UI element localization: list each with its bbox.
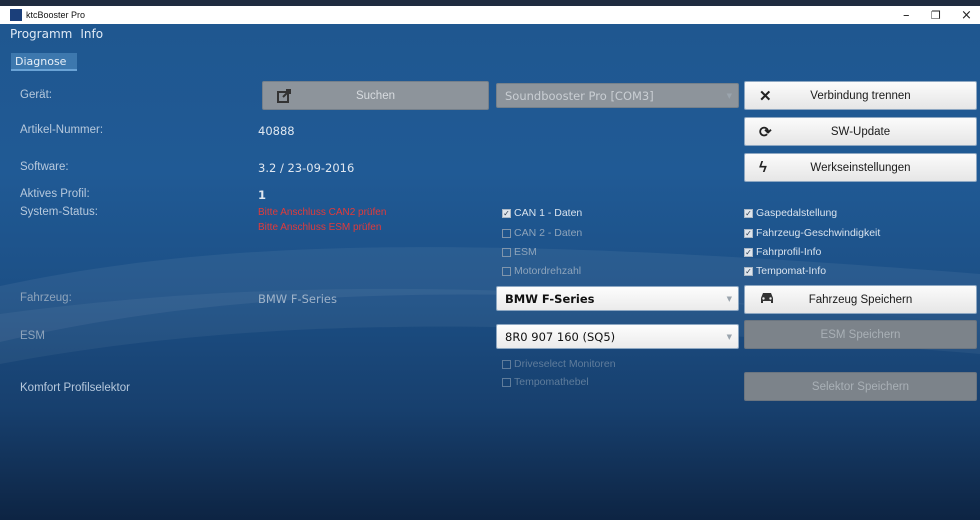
save-esm-button-label: ESM Speichern	[820, 328, 901, 341]
window-title: ktcBooster Pro	[26, 10, 86, 20]
esm-select-value: 8R0 907 160 (SQ5)	[505, 330, 616, 344]
menu-programm[interactable]: Programm	[10, 27, 72, 41]
checkbox-empty-icon	[502, 359, 511, 369]
vehicle-value: BMW F-Series	[258, 292, 337, 306]
check-rpm: Motordrehzahl	[502, 265, 581, 277]
checkbox-empty-icon	[502, 247, 511, 257]
checkbox-checked-icon: ✓	[502, 208, 511, 218]
check-can2-label: CAN 2 - Daten	[514, 227, 583, 239]
sw-update-button[interactable]: ⟳ SW-Update	[744, 117, 977, 146]
chevron-down-icon: ▼	[726, 92, 732, 100]
disconnect-button[interactable]: ✕ Verbindung trennen	[744, 81, 977, 110]
check-tempomathebel[interactable]: Tempomathebel	[502, 376, 589, 388]
save-esm-button[interactable]: ESM Speichern	[744, 320, 977, 349]
checkbox-checked-icon: ✓	[744, 228, 753, 238]
device-select-value: Soundbooster Pro [COM3]	[505, 89, 654, 103]
check-driveselect-label: Driveselect Monitoren	[514, 358, 616, 370]
comfort-label: Komfort Profilselektor	[20, 382, 130, 394]
share-icon	[277, 87, 293, 107]
device-select[interactable]: Soundbooster Pro [COM3] ▼	[496, 83, 739, 108]
error-can2: Bitte Anschluss CAN2 prüfen	[258, 207, 387, 218]
maximize-button[interactable]: ❐	[931, 9, 941, 22]
save-selector-button[interactable]: Selektor Speichern	[744, 372, 977, 401]
check-cruise-label: Tempomat-Info	[756, 265, 827, 277]
article-label: Artikel-Nummer:	[20, 124, 104, 136]
software-value: 3.2 / 23-09-2016	[258, 161, 355, 175]
check-esm-label: ESM	[514, 246, 537, 258]
check-tempomathebel-label: Tempomathebel	[514, 376, 589, 388]
device-label: Gerät:	[20, 89, 52, 101]
factory-reset-button-label: Werkseinstellungen	[810, 161, 911, 174]
software-label: Software:	[20, 161, 69, 173]
checkbox-empty-icon	[502, 228, 511, 238]
menu-bar: Programm Info	[10, 27, 103, 41]
vehicle-label: Fahrzeug:	[20, 292, 72, 304]
lightning-icon: ϟ	[759, 159, 767, 176]
vehicle-select[interactable]: BMW F-Series ▼	[496, 286, 739, 311]
check-can1: ✓ CAN 1 - Daten	[502, 207, 582, 219]
checkbox-checked-icon: ✓	[744, 247, 753, 257]
check-cruise: ✓ Tempomat-Info	[744, 265, 826, 277]
chevron-down-icon: ▼	[726, 333, 732, 341]
check-esm: ESM	[502, 246, 537, 258]
profile-label: Aktives Profil:	[20, 188, 90, 200]
close-icon: ✕	[759, 88, 772, 105]
check-can2: CAN 2 - Daten	[502, 227, 582, 239]
app-body: Programm Info Diagnose Gerät: Suchen Sou…	[0, 24, 980, 520]
checkbox-empty-icon	[502, 377, 511, 387]
save-selector-button-label: Selektor Speichern	[811, 380, 910, 393]
vehicle-select-value: BMW F-Series	[505, 292, 595, 306]
search-button-label: Suchen	[355, 89, 395, 102]
minimize-button[interactable]: –	[903, 8, 910, 23]
chevron-down-icon: ▼	[726, 295, 732, 303]
car-icon	[759, 291, 775, 309]
article-value: 40888	[258, 124, 295, 138]
refresh-icon: ⟳	[759, 124, 772, 141]
search-button[interactable]: Suchen	[262, 81, 489, 110]
check-rpm-label: Motordrehzahl	[514, 265, 582, 277]
checkbox-checked-icon: ✓	[744, 208, 753, 218]
factory-reset-button[interactable]: ϟ Werkseinstellungen	[744, 153, 977, 182]
check-can1-label: CAN 1 - Daten	[514, 207, 583, 219]
title-bar: ktcBooster Pro – ❐ ×	[0, 0, 980, 24]
check-driveprofile-label: Fahrprofil-Info	[756, 246, 822, 258]
checkbox-empty-icon	[502, 266, 511, 276]
status-label: System-Status:	[20, 206, 98, 218]
check-driveselect[interactable]: Driveselect Monitoren	[502, 358, 616, 370]
esm-label: ESM	[20, 330, 45, 342]
check-speed-label: Fahrzeug-Geschwindigkeit	[756, 227, 881, 239]
error-esm: Bitte Anschluss ESM prüfen	[258, 222, 382, 233]
sw-update-button-label: SW-Update	[830, 125, 891, 138]
profile-value: 1	[258, 188, 267, 202]
save-vehicle-button-label: Fahrzeug Speichern	[808, 293, 913, 306]
checkbox-checked-icon: ✓	[744, 266, 753, 276]
close-window-button[interactable]: ×	[961, 8, 972, 23]
app-icon	[10, 9, 22, 21]
check-throttle-label: Gaspedalstellung	[756, 207, 838, 219]
esm-select[interactable]: 8R0 907 160 (SQ5) ▼	[496, 324, 739, 349]
tab-diagnose[interactable]: Diagnose	[11, 53, 77, 71]
disconnect-button-label: Verbindung trennen	[810, 89, 911, 102]
check-throttle: ✓ Gaspedalstellung	[744, 207, 837, 219]
check-driveprofile: ✓ Fahrprofil-Info	[744, 246, 821, 258]
check-speed: ✓ Fahrzeug-Geschwindigkeit	[744, 227, 880, 239]
save-vehicle-button[interactable]: Fahrzeug Speichern	[744, 285, 977, 314]
menu-info[interactable]: Info	[80, 27, 103, 41]
